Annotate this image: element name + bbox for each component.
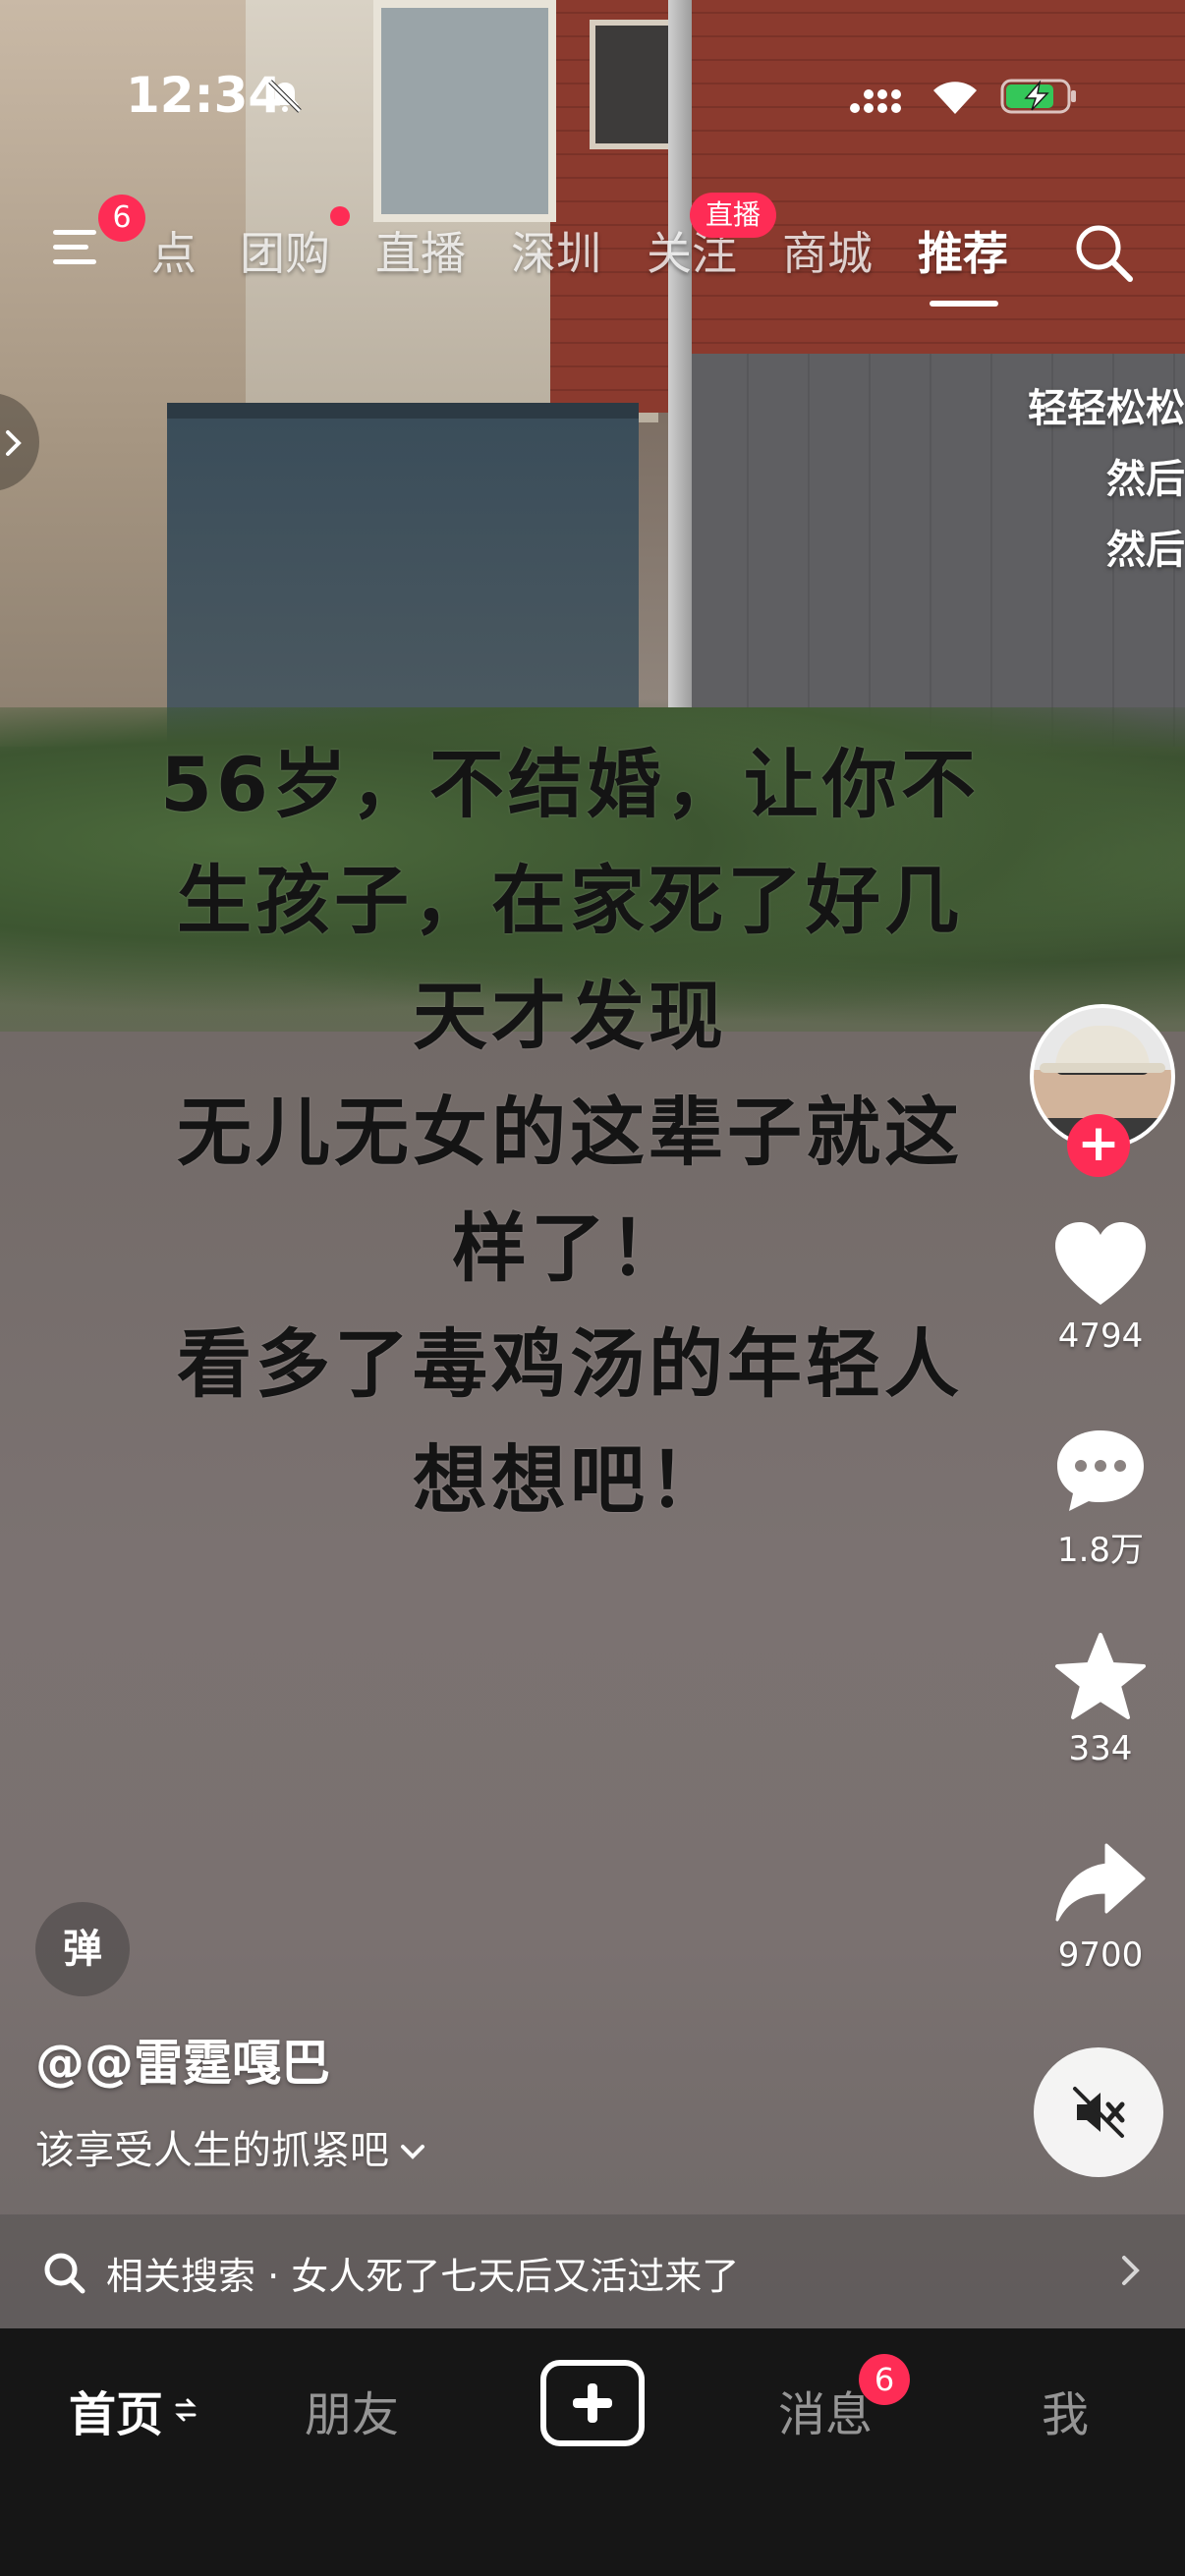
author-name[interactable]: @@雷霆嘎巴 <box>35 2024 330 2095</box>
side-caption-line: 轻轻松松 <box>1028 386 1185 431</box>
battery-charging-icon <box>1000 79 1076 114</box>
avatar-hat-brim <box>1040 1063 1165 1073</box>
top-nav: 6 点 团购 直播 深圳 关注 直播 商城 推荐 <box>0 193 1185 307</box>
search-icon[interactable] <box>1071 220 1136 285</box>
status-bar: 12:34 <box>0 0 1185 187</box>
side-caption-line: 然后 <box>1106 528 1185 573</box>
like-button[interactable]: 4794 <box>1022 1218 1179 1356</box>
star-icon <box>1055 1633 1146 1719</box>
favorite-button[interactable]: 334 <box>1022 1631 1179 1768</box>
tab-group-buy[interactable]: 团购 <box>240 218 330 283</box>
related-search-bar[interactable]: 相关搜索 · 女人死了七天后又活过来了 <box>0 2214 1185 2328</box>
live-badge: 直播 <box>690 193 776 238</box>
share-count: 9700 <box>1057 1935 1144 1975</box>
active-tab-indicator <box>930 301 998 307</box>
menu-badge: 6 <box>98 195 145 242</box>
refresh-icon[interactable] <box>173 2395 198 2425</box>
signal-icon <box>850 89 901 113</box>
tab-messages[interactable]: 消息 <box>778 2376 873 2444</box>
chevron-right-icon <box>6 430 22 456</box>
comment-button[interactable]: 1.8万 <box>1022 1425 1179 1571</box>
tab-shenzhen[interactable]: 深圳 <box>511 218 601 283</box>
favorite-count: 334 <box>1068 1729 1133 1768</box>
menu-icon[interactable] <box>51 226 104 269</box>
tab-me[interactable]: 我 <box>1042 2376 1089 2444</box>
wifi-icon <box>933 82 977 114</box>
video-description[interactable]: 该享受人生的抓紧吧 <box>35 2118 426 2175</box>
heart-icon <box>1055 1222 1146 1305</box>
bell-off-icon <box>268 80 302 113</box>
status-time: 12:34 <box>126 67 283 124</box>
share-icon <box>1055 1843 1146 1922</box>
side-caption: 轻轻松松 然后 然后 <box>1028 373 1185 586</box>
share-button[interactable]: 9700 <box>1022 1837 1179 1975</box>
tab-live[interactable]: 直播 <box>375 218 466 283</box>
chevron-down-icon <box>401 2145 424 2159</box>
tab-home[interactable]: 首页 <box>69 2376 163 2444</box>
search-icon <box>44 2253 85 2294</box>
mute-icon <box>1073 2087 1125 2138</box>
related-search-query: 女人死了七天后又活过来了 <box>291 2255 740 2298</box>
messages-badge: 6 <box>859 2354 910 2405</box>
comment-count: 1.8万 <box>1056 1531 1145 1570</box>
tab-recommend[interactable]: 推荐 <box>918 218 1008 283</box>
description-text: 该享受人生的抓紧吧 <box>35 2128 389 2173</box>
plus-icon <box>573 2383 612 2423</box>
tab-mall[interactable]: 商城 <box>782 218 873 283</box>
video-scene-kiosk <box>167 403 639 753</box>
bottom-tab-bar: 首页 朋友 消息 6 我 <box>0 2328 1185 2576</box>
side-caption-line: 然后 <box>1106 457 1185 502</box>
create-button[interactable] <box>540 2360 645 2446</box>
notification-dot <box>330 206 350 226</box>
video-caption: 56岁，不结婚，让你不 生孩子，在家死了好几 天才发现 无儿无女的这辈子就这 样… <box>160 741 980 1524</box>
tab-dian[interactable]: 点 <box>151 218 197 283</box>
chevron-right-icon <box>1122 2256 1140 2285</box>
tab-friends[interactable]: 朋友 <box>305 2376 399 2444</box>
video-player[interactable]: 56岁，不结婚，让你不 生孩子，在家死了好几 天才发现 无儿无女的这辈子就这 样… <box>0 0 1185 2328</box>
related-search-separator: · <box>267 2255 280 2298</box>
follow-button[interactable]: + <box>1067 1114 1130 1177</box>
danmu-toggle-button[interactable]: 弹 <box>35 1902 130 1996</box>
comment-icon <box>1057 1430 1144 1511</box>
mute-button[interactable] <box>1034 2047 1163 2177</box>
like-count: 4794 <box>1057 1316 1144 1356</box>
related-search-prefix: 相关搜索 <box>106 2255 256 2298</box>
related-search-label: 相关搜索 · 女人死了七天后又活过来了 <box>106 2246 739 2300</box>
